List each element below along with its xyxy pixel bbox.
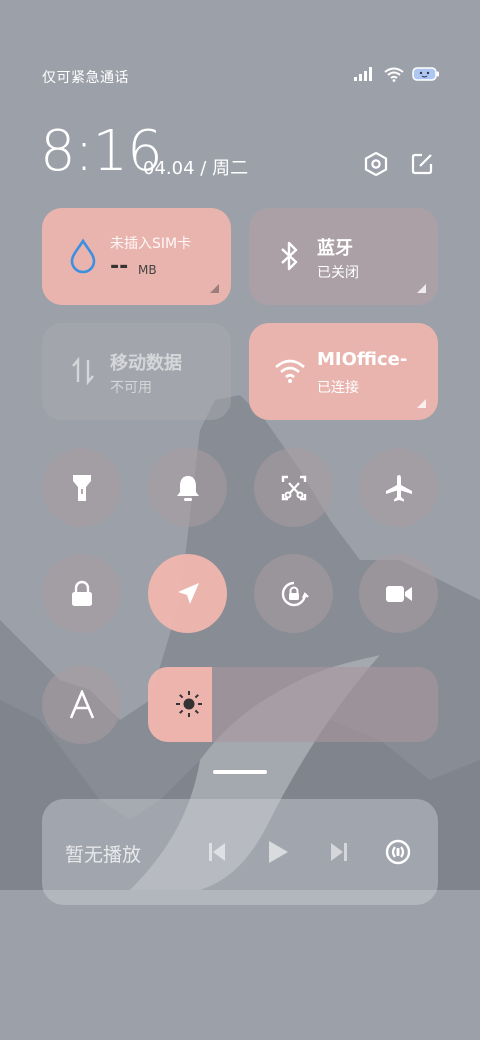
wifi-status: 已连接 [317,380,359,396]
data-usage-unit: MB [138,263,157,277]
status-icons [354,66,440,82]
expand-corner-icon [417,399,426,408]
wifi-icon [273,353,307,389]
battery-icon [412,67,439,81]
font-a-icon [69,689,94,719]
bluetooth-title: 蓝牙 [317,238,353,259]
edit-button[interactable] [406,148,438,180]
wifi-icon [384,67,404,82]
bell-icon [176,475,199,501]
auto-brightness-toggle[interactable] [42,665,121,744]
flashlight-icon [72,474,91,501]
media-status-text: 暂无播放 [65,844,142,866]
settings-icon [364,151,388,177]
rotation-lock-toggle[interactable] [254,554,333,633]
next-button[interactable] [324,837,354,867]
edit-icon [411,153,433,175]
weekday-text: 周二 [212,158,249,179]
mobile-data-status: 不可用 [110,380,152,396]
ringer-toggle[interactable] [148,448,227,527]
signal-icon [354,67,372,81]
location-icon [177,582,199,604]
wifi-network-name: MIOffice- [317,349,408,370]
previous-icon [209,843,225,861]
screenshot-icon [281,475,306,500]
airplane-toggle[interactable] [359,448,438,527]
bluetooth-status: 已关闭 [317,265,359,281]
date-text: 04.04 [143,158,195,179]
lock-icon [71,580,92,606]
sim-status-label: 未插入SIM卡 [110,236,192,252]
data-arrows-icon [66,353,100,389]
mobile-data-tile[interactable]: 移动数据 不可用 [42,323,231,420]
lock-screen-toggle[interactable] [42,554,121,633]
flashlight-toggle[interactable] [42,448,121,527]
airplane-icon [385,474,412,501]
previous-button[interactable] [202,837,232,867]
mobile-data-title: 移动数据 [110,353,182,374]
bluetooth-icon [273,238,307,274]
location-toggle[interactable] [148,554,227,633]
date-separator: / [200,158,207,179]
next-icon [331,843,347,861]
expand-corner-icon [210,284,219,293]
data-usage-value: -- [110,254,129,279]
screen-record-toggle[interactable] [359,554,438,633]
settings-button[interactable] [360,148,392,180]
carrier-status-text: 仅可紧急通话 [42,70,129,86]
expand-corner-icon [417,284,426,293]
media-player-card[interactable]: 暂无播放 [42,799,438,905]
date-display: 04.04 / 周二 [143,154,248,180]
data-usage-tile[interactable]: 未插入SIM卡 -- MB [42,208,231,305]
panel-drag-handle[interactable] [213,770,267,774]
bluetooth-tile[interactable]: 蓝牙 已关闭 [249,208,438,305]
play-button[interactable] [263,837,293,867]
rotation-lock-icon [281,581,309,606]
wifi-tile[interactable]: MIOffice- 已连接 [249,323,438,420]
video-camera-icon [385,585,412,602]
screenshot-toggle[interactable] [254,448,333,527]
cast-button[interactable] [383,837,413,867]
brightness-slider[interactable] [148,667,438,742]
play-icon [269,841,288,863]
water-drop-icon [66,238,100,274]
sun-icon [176,691,202,717]
cast-icon [385,839,411,865]
